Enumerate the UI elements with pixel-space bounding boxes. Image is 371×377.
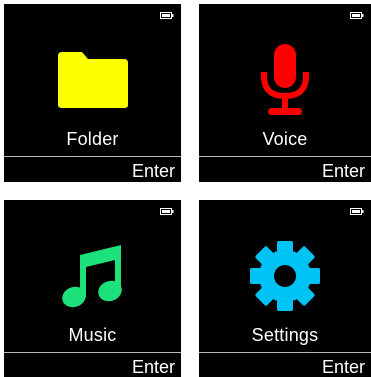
enter-softkey[interactable]: Enter (322, 356, 365, 377)
folder-icon[interactable] (4, 40, 181, 120)
screen-title: Folder (66, 129, 119, 149)
divider (199, 156, 371, 157)
voice-screen: Voice Enter (199, 4, 371, 182)
enter-softkey[interactable]: Enter (322, 160, 365, 182)
enter-softkey[interactable]: Enter (132, 356, 175, 377)
settings-screen: Settings Enter (199, 200, 371, 377)
battery-icon (350, 12, 364, 19)
enter-softkey[interactable]: Enter (132, 160, 175, 182)
divider (199, 352, 371, 353)
battery-icon (350, 208, 364, 215)
divider (4, 352, 181, 353)
battery-icon (160, 208, 174, 215)
screen-title: Music (68, 325, 117, 345)
divider (4, 156, 181, 157)
screen-title: Voice (262, 129, 308, 149)
microphone-icon[interactable] (199, 40, 371, 120)
music-note-icon[interactable] (4, 236, 181, 316)
screen-title: Settings (251, 325, 319, 345)
folder-screen: Folder Enter (4, 4, 181, 182)
gear-icon[interactable] (199, 236, 371, 316)
music-screen: Music Enter (4, 200, 181, 377)
battery-icon (160, 12, 174, 19)
